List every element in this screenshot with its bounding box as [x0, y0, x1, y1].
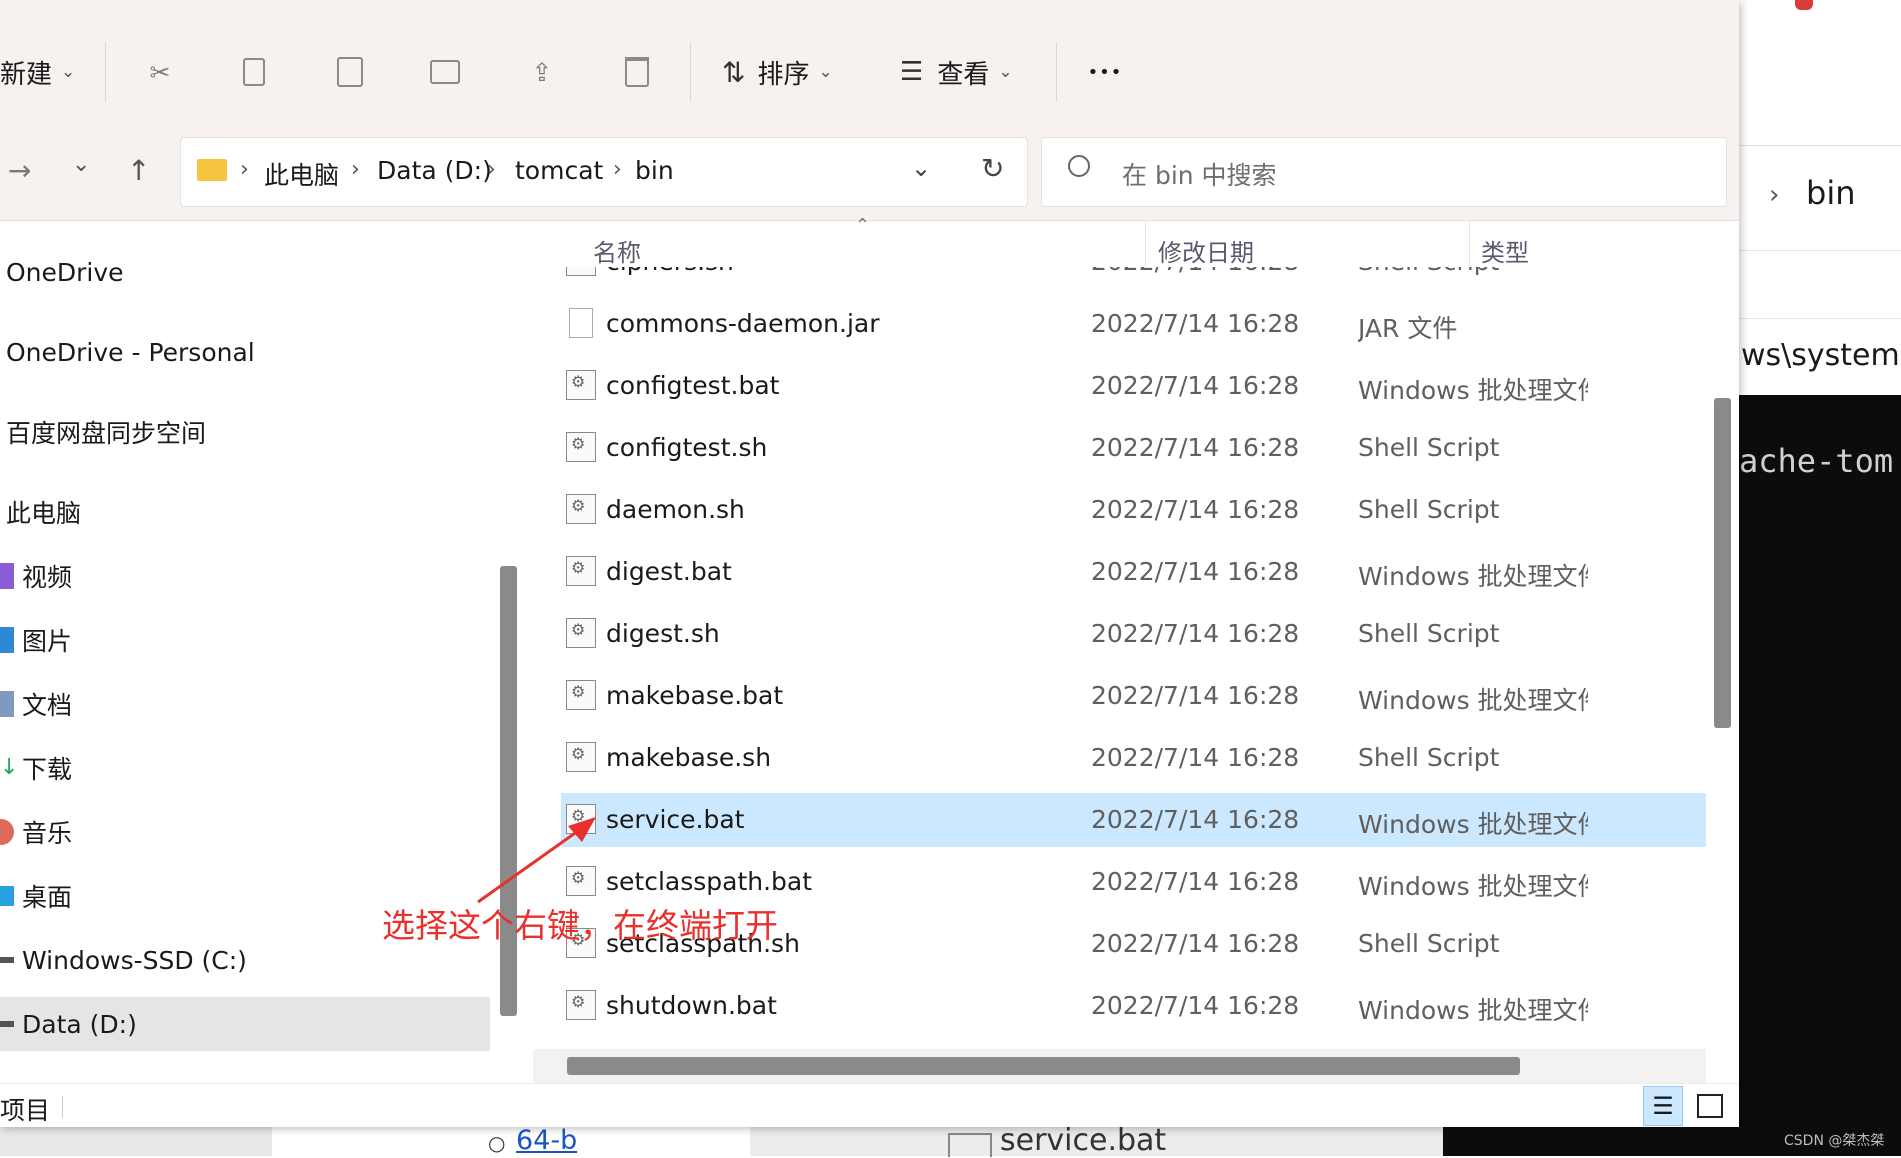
annotation-arrow [477, 817, 596, 904]
watermark: CSDN @桀杰桀 [1784, 1133, 1885, 1149]
annotation-text: 选择这个右键，在终端打开 [382, 906, 778, 945]
annotation-arrow-line [477, 824, 586, 904]
annotation-arrow-head [568, 817, 596, 842]
